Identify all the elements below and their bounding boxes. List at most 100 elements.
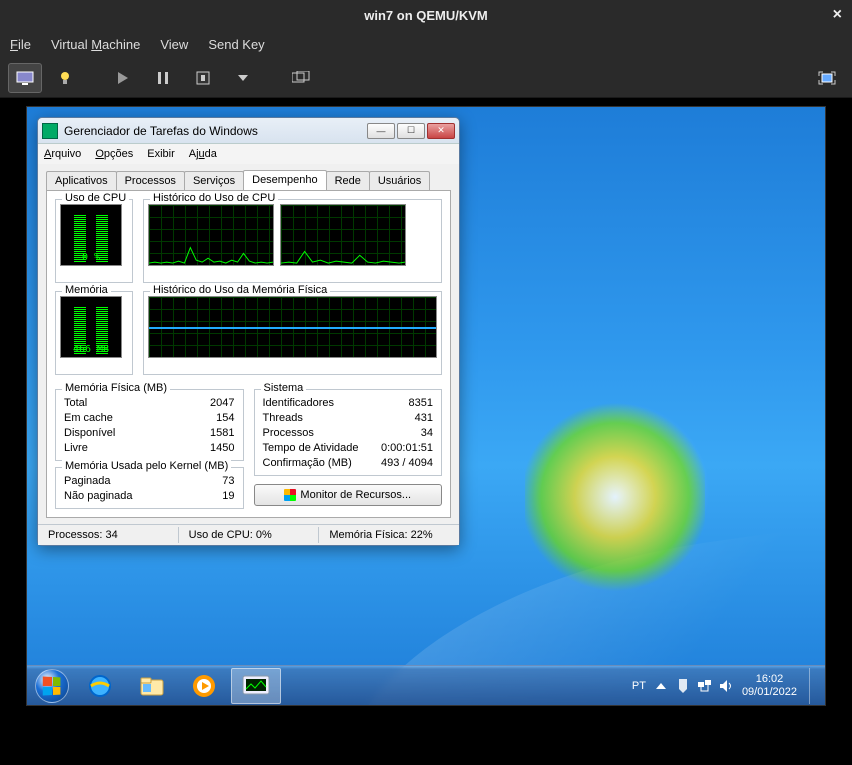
- chevron-down-icon: [238, 75, 248, 81]
- memf-total-val: 2047: [210, 396, 234, 411]
- task-manager-tabs: Aplicativos Processos Serviços Desempenh…: [38, 164, 459, 190]
- run-button[interactable]: [106, 63, 140, 93]
- vm-menu-virtual-machine[interactable]: Virtual Machine: [51, 37, 140, 52]
- tm-menu-exibir[interactable]: Exibir: [147, 148, 175, 160]
- tab-servicos[interactable]: Serviços: [184, 171, 244, 191]
- tm-menu-ajuda[interactable]: Ajuda: [189, 148, 217, 160]
- tm-menu-arquivo[interactable]: Arquivo: [44, 148, 81, 160]
- system-tray: PT 16:02 09/01/2022: [632, 668, 821, 704]
- vm-menu-file[interactable]: File: [10, 37, 31, 52]
- task-manager-window: Gerenciador de Tarefas do Windows — ☐ ✕ …: [37, 117, 460, 546]
- monitor-icon: [16, 71, 34, 85]
- fullscreen-button[interactable]: [810, 63, 844, 93]
- sys-ident-label: Identificadores: [263, 396, 335, 411]
- vm-menubar: File Virtual Machine View Send Key: [0, 30, 852, 58]
- tray-volume-icon[interactable]: [720, 679, 734, 693]
- sys-uptime-val: 0:00:01:51: [381, 441, 433, 456]
- console-view-button[interactable]: [8, 63, 42, 93]
- mem-history-graph: [148, 296, 437, 358]
- maximize-button[interactable]: ☐: [397, 123, 425, 139]
- status-cpu: Uso de CPU: 0%: [179, 527, 320, 543]
- task-manager-icon: [42, 123, 58, 139]
- tab-usuarios[interactable]: Usuários: [369, 171, 430, 191]
- memk-pag-label: Paginada: [64, 474, 111, 489]
- taskbar-media-player[interactable]: [179, 668, 229, 704]
- monitor-de-recursos-button[interactable]: Monitor de Recursos...: [254, 484, 443, 506]
- details-view-button[interactable]: [48, 63, 82, 93]
- cpu-history-label: Histórico do Uso de CPU: [150, 192, 278, 204]
- taskbar-explorer[interactable]: [127, 668, 177, 704]
- mem-kernel-box: Memória Usada pelo Kernel (MB) Paginada7…: [55, 467, 244, 509]
- tm-menu-opcoes[interactable]: Opções: [95, 148, 133, 160]
- status-processos: Processos: 34: [38, 527, 179, 543]
- show-desktop-button[interactable]: [809, 668, 817, 704]
- cpu-history-graph-1: [280, 204, 406, 266]
- sys-proc-val: 34: [421, 426, 433, 441]
- memk-npag-val: 19: [222, 489, 234, 504]
- memf-livre-val: 1450: [210, 441, 234, 456]
- memf-livre-label: Livre: [64, 441, 88, 456]
- mem-gauge-value: 466 MB: [61, 344, 121, 355]
- sys-threads-val: 431: [415, 411, 433, 426]
- vm-titlebar: win7 on QEMU/KVM ×: [0, 0, 852, 30]
- tray-network-icon[interactable]: [698, 679, 712, 693]
- tab-aplicativos[interactable]: Aplicativos: [46, 171, 117, 191]
- cpu-gauge-label: Uso de CPU: [62, 192, 129, 204]
- shutdown-dropdown[interactable]: [226, 63, 260, 93]
- memk-pag-val: 73: [222, 474, 234, 489]
- vm-title: win7 on QEMU/KVM: [364, 8, 488, 23]
- pause-button[interactable]: [146, 63, 180, 93]
- minimize-button[interactable]: —: [367, 123, 395, 139]
- start-button[interactable]: [31, 668, 73, 704]
- tray-action-center-icon[interactable]: [676, 679, 690, 693]
- taskbar-task-manager[interactable]: [231, 668, 281, 704]
- stop-icon: [196, 71, 210, 85]
- pause-icon: [157, 71, 169, 85]
- sys-uptime-label: Tempo de Atividade: [263, 441, 359, 456]
- tray-clock[interactable]: 16:02 09/01/2022: [742, 673, 797, 699]
- monitor-de-recursos-label: Monitor de Recursos...: [300, 489, 411, 501]
- internet-explorer-icon: [87, 673, 113, 699]
- vm-menu-send-key[interactable]: Send Key: [208, 37, 264, 52]
- tab-desempenho[interactable]: Desempenho: [243, 170, 326, 190]
- task-manager-titlebar[interactable]: Gerenciador de Tarefas do Windows — ☐ ✕: [38, 118, 459, 144]
- task-manager-menubar: Arquivo Opções Exibir Ajuda: [38, 144, 459, 164]
- tray-language[interactable]: PT: [632, 680, 646, 692]
- wallpaper-logo-glow: [525, 397, 705, 597]
- mem-trace-line: [149, 327, 436, 329]
- cpu-gauge-box: Uso de CPU 0 %: [55, 199, 133, 283]
- task-manager-title: Gerenciador de Tarefas do Windows: [64, 124, 367, 138]
- tab-body-desempenho: Uso de CPU 0 % Histórico do Uso de CPU: [46, 190, 451, 518]
- tab-processos[interactable]: Processos: [116, 171, 185, 191]
- sys-commit-val: 493 / 4094: [381, 456, 433, 471]
- sys-threads-label: Threads: [263, 411, 303, 426]
- vm-toolbar: [0, 58, 852, 98]
- shutdown-button[interactable]: [186, 63, 220, 93]
- media-player-icon: [191, 673, 217, 699]
- fullscreen-icon: [818, 71, 836, 85]
- memf-total-label: Total: [64, 396, 87, 411]
- sys-ident-val: 8351: [409, 396, 433, 411]
- start-orb-icon: [35, 669, 69, 703]
- mem-gauge-box: Memória 466 MB: [55, 291, 133, 375]
- tray-show-hidden-icon[interactable]: [654, 679, 668, 693]
- mem-kernel-label: Memória Usada pelo Kernel (MB): [62, 460, 231, 472]
- tab-rede[interactable]: Rede: [326, 171, 370, 191]
- vm-close-icon[interactable]: ×: [833, 6, 842, 24]
- taskbar-ie[interactable]: [75, 668, 125, 704]
- cpu-gauge-graph: 0 %: [60, 204, 122, 266]
- windows-logo-icon: [43, 676, 61, 695]
- mem-gauge-label: Memória: [62, 284, 111, 296]
- vm-menu-view[interactable]: View: [160, 37, 188, 52]
- guest-display[interactable]: Gerenciador de Tarefas do Windows — ☐ ✕ …: [26, 106, 826, 706]
- mem-history-box: Histórico do Uso da Memória Física: [143, 291, 442, 375]
- close-button[interactable]: ✕: [427, 123, 455, 139]
- memf-disp-val: 1581: [210, 426, 234, 441]
- mem-fisica-box: Memória Física (MB) Total2047 Em cache15…: [55, 389, 244, 461]
- cpu-gauge-value: 0 %: [61, 252, 121, 263]
- memf-cache-label: Em cache: [64, 411, 113, 426]
- uac-shield-icon: [284, 489, 296, 501]
- snapshots-button[interactable]: [284, 63, 318, 93]
- memf-disp-label: Disponível: [64, 426, 115, 441]
- sistema-box: Sistema Identificadores8351 Threads431 P…: [254, 389, 443, 476]
